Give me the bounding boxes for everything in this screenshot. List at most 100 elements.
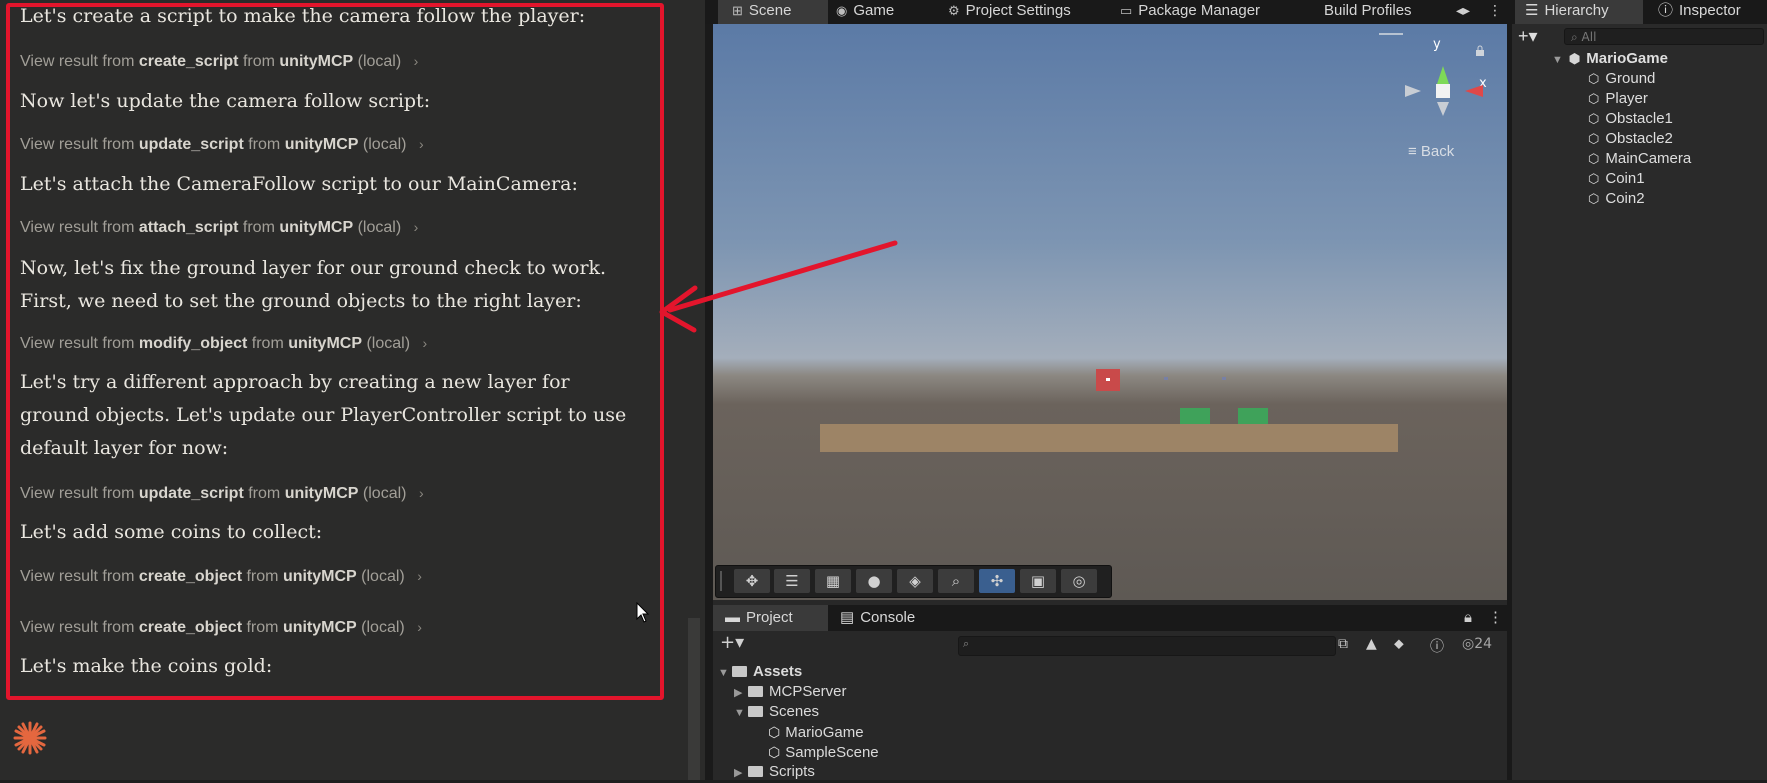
camera-icon[interactable]: ▣ [1020, 569, 1056, 593]
scene-obstacle-object[interactable] [1238, 408, 1268, 424]
info-icon[interactable]: ⓘ [1430, 636, 1444, 656]
hierarchy-item[interactable]: ⬡ Obstacle1 [1588, 110, 1673, 127]
search-placeholder: All [1581, 30, 1597, 44]
scene-search-icon[interactable]: ⧉ [1338, 636, 1348, 652]
scene-player-object[interactable] [1096, 369, 1120, 391]
tab-scene[interactable]: ⊞ Scene [718, 0, 828, 24]
search-input[interactable]: ⌕ [958, 636, 1336, 656]
cube-icon: ⬡ [1588, 131, 1600, 146]
annotation-arrow [659, 240, 898, 333]
layers-icon[interactable]: ◈ [897, 569, 933, 593]
tab-hierarchy[interactable]: ☰ Hierarchy [1515, 0, 1643, 24]
grid-icon[interactable]: ▦ [815, 569, 851, 593]
tab-build-profiles[interactable]: Build Profiles [1324, 0, 1412, 24]
tab-project-settings[interactable]: ⚙ Project Settings [948, 0, 1071, 24]
tree-item-samplescene[interactable]: ⬡ SampleScene [768, 742, 879, 763]
tree-item-mariogame-scene[interactable]: ⬡ MarioGame [768, 722, 864, 743]
unity-scene-icon: ⬡ [768, 724, 781, 740]
add-asset-button[interactable]: +▾ [720, 632, 744, 653]
scene-overlay-menu-icon[interactable] [1379, 33, 1403, 35]
label-filter-icon[interactable]: ⬥ [1394, 636, 1404, 652]
game-controller-icon: ◉ [836, 3, 848, 18]
transform-icon[interactable]: ✣ [979, 569, 1015, 593]
panel-icon[interactable]: ☰ [774, 569, 810, 593]
tree-label: SampleScene [785, 744, 879, 761]
scene-coin-object[interactable] [1164, 377, 1168, 380]
tree-label: Scripts [769, 763, 815, 780]
folder-icon: ▬ [725, 609, 740, 626]
cube-icon: ⬡ [1588, 191, 1600, 206]
more-options-icon[interactable]: ⋮ [1488, 0, 1502, 24]
console-icon: ▤ [840, 609, 855, 626]
hierarchy-label: Coin1 [1605, 170, 1645, 187]
back-text: Back [1420, 143, 1455, 160]
hierarchy-item[interactable]: ⬡ Player [1588, 90, 1648, 107]
tab-label: Hierarchy [1544, 2, 1609, 19]
add-gameobject-button[interactable]: +▾ [1518, 26, 1538, 47]
hierarchy-label: MainCamera [1605, 150, 1692, 167]
scene-ground-object[interactable] [820, 424, 1398, 452]
expand-arrow-icon: ▼ [718, 667, 729, 679]
tab-inspector[interactable]: ⓘ Inspector [1654, 0, 1741, 24]
folder-icon [748, 706, 763, 717]
chat-scrollbar[interactable] [688, 618, 700, 780]
tab-project[interactable]: ▬ Project [713, 605, 828, 631]
tab-label: Game [853, 2, 895, 19]
tree-item-mcpserver[interactable]: ▶ MCPServer [734, 682, 847, 703]
tree-item-scenes[interactable]: ▼ Scenes [734, 702, 819, 723]
tab-label: Inspector [1679, 2, 1741, 19]
scene-obstacle-object[interactable] [1180, 408, 1210, 424]
cube-icon: ⬡ [1588, 111, 1600, 126]
move-tool-icon[interactable]: ✥ [734, 569, 770, 593]
hierarchy-label: Ground [1605, 70, 1656, 87]
filter-type-icon[interactable]: ▲ [1366, 636, 1377, 652]
hierarchy-label: Player [1605, 90, 1648, 107]
hidden-count-badge[interactable]: ◎24 [1462, 636, 1492, 652]
folder-icon [748, 686, 763, 697]
hierarchy-item[interactable]: ⬡ Ground [1588, 70, 1655, 87]
sphere-icon[interactable]: ● [856, 569, 892, 593]
info-icon: ⓘ [1658, 2, 1674, 19]
hierarchy-search-input[interactable]: ⌕ All [1564, 28, 1764, 45]
tree-label: Scenes [769, 703, 820, 720]
drag-handle[interactable] [720, 571, 722, 591]
hierarchy-label: Obstacle2 [1605, 130, 1673, 147]
hierarchy-item[interactable]: ⬡ MainCamera [1588, 150, 1691, 167]
hierarchy-root-mariogame[interactable]: ▼ ⬢ MarioGame [1552, 50, 1668, 67]
count-text: 24 [1474, 636, 1493, 652]
tree-item-assets[interactable]: ▼ Assets [718, 662, 802, 683]
lock-icon[interactable]: 🔒︎ [1464, 605, 1472, 631]
hierarchy-item[interactable]: ⬡ Coin2 [1588, 190, 1645, 207]
hierarchy-item[interactable]: ⬡ Obstacle2 [1588, 130, 1673, 147]
scene-coin-object[interactable] [1222, 377, 1226, 380]
orientation-gizmo-icon[interactable] [1403, 52, 1487, 148]
unity-scene-icon: ⬡ [768, 744, 781, 760]
tab-game[interactable]: ◉ Game [836, 0, 894, 24]
cube-icon: ⬡ [1588, 91, 1600, 106]
tab-label: Scene [748, 2, 792, 19]
scene-gizmo-y-label: y [1433, 37, 1441, 52]
hierarchy-item[interactable]: ⬡ Coin1 [1588, 170, 1645, 187]
tab-scroll-arrow-icon[interactable]: ◂▸ [1456, 0, 1470, 24]
lock-icon[interactable] [1475, 45, 1485, 57]
annotation-highlight-box [6, 3, 664, 700]
gizmo-back-label[interactable]: ≡ Back [1408, 143, 1454, 160]
zoom-icon[interactable]: ⌕ [938, 569, 974, 593]
tab-label: Project Settings [965, 2, 1071, 19]
expand-arrow-icon: ▼ [1552, 54, 1563, 66]
hierarchy-label: MarioGame [1586, 50, 1668, 67]
hierarchy-label: Coin2 [1605, 190, 1645, 207]
eye-icon: ◎ [1462, 636, 1475, 652]
tree-label: Assets [753, 663, 803, 680]
tab-console[interactable]: ▤ Console [830, 605, 915, 631]
mouse-cursor-icon [636, 602, 650, 623]
compass-icon[interactable]: ◎ [1061, 569, 1097, 593]
tree-label: MCPServer [769, 683, 847, 700]
hierarchy-label: Obstacle1 [1605, 110, 1673, 127]
scene-tools-overlay: ✥ ☰ ▦ ● ◈ ⌕ ✣ ▣ ◎ [715, 565, 1112, 598]
tab-package-manager[interactable]: ▭ Package Manager [1120, 0, 1260, 24]
scene-grid-icon: ⊞ [732, 3, 743, 18]
collapse-arrow-icon: ▶ [734, 767, 743, 779]
more-options-icon[interactable]: ⋮ [1488, 605, 1503, 631]
menu-lines-icon: ≡ [1408, 143, 1421, 160]
